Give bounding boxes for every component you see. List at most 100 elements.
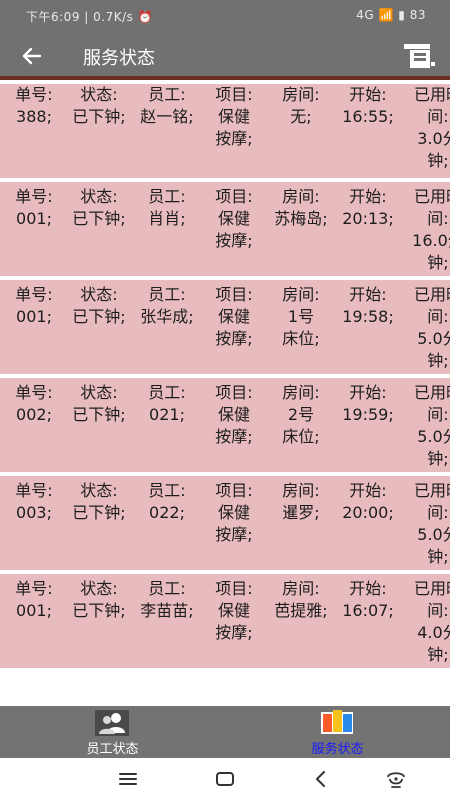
home-button[interactable] xyxy=(214,768,238,790)
used-label-line1: 已用时 xyxy=(413,187,450,206)
room-label: 房间: xyxy=(282,285,320,304)
start-label: 开始: xyxy=(349,383,387,402)
order-value: 003; xyxy=(16,503,52,522)
start-label: 开始: xyxy=(349,85,387,104)
room-label: 房间: xyxy=(282,579,320,598)
used-label-line2: 间: xyxy=(427,503,449,522)
menu-lines-icon xyxy=(119,773,137,785)
used-unit: 钟; xyxy=(427,351,449,370)
start-value: 19:59; xyxy=(342,405,394,424)
item-value-line2: 按摩; xyxy=(215,129,253,148)
menu-button[interactable] xyxy=(402,42,436,70)
item-value-line1: 保健 xyxy=(217,307,250,326)
order-label: 单号: xyxy=(15,285,53,304)
used-unit: 钟; xyxy=(427,547,449,566)
status-value: 已下钟; xyxy=(72,405,126,424)
service-record[interactable]: 单号: 001; 状态: 已下钟; 员工: 肖肖; 项目: 保健 按摩; 房间:… xyxy=(0,182,450,276)
tab-service-status-label: 服务状态 xyxy=(311,742,364,757)
tab-staff-status-label: 员工状态 xyxy=(86,742,139,757)
used-unit: 钟; xyxy=(427,151,449,170)
item-label: 项目: xyxy=(215,481,253,500)
staff-value: 肖肖; xyxy=(148,209,186,228)
order-label: 单号: xyxy=(15,187,53,206)
room-label: 房间: xyxy=(282,187,320,206)
status-bar-right: 4G 📶 ▮ 83 xyxy=(356,8,426,22)
used-label-line2: 间: xyxy=(427,405,449,424)
item-label: 项目: xyxy=(215,579,253,598)
room-value-line2: 床位; xyxy=(282,427,320,446)
recent-apps-button[interactable] xyxy=(117,768,141,790)
start-label: 开始: xyxy=(349,285,387,304)
bottom-nav: 员工状态 服务状态 xyxy=(0,706,450,758)
service-record[interactable]: 单号: 388; 状态: 已下钟; 员工: 赵一铭; 项目: 保健 按摩; 房间… xyxy=(0,84,450,178)
back-system-button[interactable] xyxy=(310,768,334,790)
used-label-line1: 已用时 xyxy=(413,579,450,598)
status-label: 状态: xyxy=(80,579,118,598)
used-value: 5.0分 xyxy=(417,329,450,348)
used-unit: 钟; xyxy=(427,449,449,468)
staff-label: 员工: xyxy=(148,85,186,104)
room-value: 无; xyxy=(290,107,312,126)
tab-service-status[interactable]: 服务状态 xyxy=(225,706,450,758)
start-value: 20:00; xyxy=(342,503,394,522)
arrow-left-icon xyxy=(22,47,42,65)
menu-icon xyxy=(404,44,435,68)
item-value-line1: 保健 xyxy=(217,209,250,228)
item-label: 项目: xyxy=(215,383,253,402)
service-record[interactable]: 单号: 001; 状态: 已下钟; 员工: 李苗苗; 项目: 保健 按摩; 房间… xyxy=(0,574,450,668)
order-label: 单号: xyxy=(15,85,53,104)
back-button[interactable] xyxy=(18,42,46,70)
used-label-line1: 已用时 xyxy=(413,481,450,500)
used-label-line2: 间: xyxy=(427,209,449,228)
used-unit: 钟; xyxy=(427,253,449,272)
home-square-icon xyxy=(216,772,234,786)
staff-label: 员工: xyxy=(148,383,186,402)
order-value: 001; xyxy=(16,307,52,326)
item-value-line2: 按摩; xyxy=(215,427,253,446)
order-value: 002; xyxy=(16,405,52,424)
item-value-line1: 保健 xyxy=(217,405,250,424)
room-value: 苏梅岛; xyxy=(274,209,328,228)
item-value-line2: 按摩; xyxy=(215,623,253,642)
service-record[interactable]: 单号: 003; 状态: 已下钟; 员工: 022; 项目: 保健 按摩; 房间… xyxy=(0,476,450,570)
status-value: 已下钟; xyxy=(72,307,126,326)
used-value: 3.0分 xyxy=(417,129,450,148)
status-bar: 下午6:09 | 0.7K/s ⏰ 4G 📶 ▮ 83 xyxy=(0,0,450,32)
item-value-line2: 按摩; xyxy=(215,329,253,348)
start-value: 19:58; xyxy=(342,307,394,326)
back-chevron-icon xyxy=(316,771,325,787)
service-list: 单号: 388; 状态: 已下钟; 员工: 赵一铭; 项目: 保健 按摩; 房间… xyxy=(0,84,450,706)
used-value: 4.0分 xyxy=(417,623,450,642)
service-record[interactable]: 单号: 002; 状态: 已下钟; 员工: 021; 项目: 保健 按摩; 房间… xyxy=(0,378,450,472)
status-label: 状态: xyxy=(80,285,118,304)
room-value-line1: 1号 xyxy=(287,307,315,326)
room-value: 暹罗; xyxy=(282,503,320,522)
assistant-button[interactable] xyxy=(384,768,408,790)
staff-label: 员工: xyxy=(148,285,186,304)
status-value: 已下钟; xyxy=(72,107,126,126)
staff-value: 李苗苗; xyxy=(140,601,194,620)
used-value: 5.0分 xyxy=(417,525,450,544)
used-label-line1: 已用时 xyxy=(413,383,450,402)
item-label: 项目: xyxy=(215,187,253,206)
staff-value: 022; xyxy=(149,503,185,522)
used-label-line2: 间: xyxy=(427,307,449,326)
status-bar-left: 下午6:09 | 0.7K/s ⏰ xyxy=(26,10,154,24)
used-label-line2: 间: xyxy=(427,107,449,126)
order-label: 单号: xyxy=(15,579,53,598)
status-label: 状态: xyxy=(80,481,118,500)
staff-value: 021; xyxy=(149,405,185,424)
item-value-line1: 保健 xyxy=(217,503,250,522)
room-label: 房间: xyxy=(282,383,320,402)
room-value-line2: 床位; xyxy=(282,329,320,348)
assistant-icon xyxy=(387,772,405,788)
status-value: 已下钟; xyxy=(72,209,126,228)
used-label-line2: 间: xyxy=(427,601,449,620)
service-record[interactable]: 单号: 001; 状态: 已下钟; 员工: 张华成; 项目: 保健 按摩; 房间… xyxy=(0,280,450,374)
tab-staff-status[interactable]: 员工状态 xyxy=(0,706,225,758)
order-value: 388; xyxy=(16,107,52,126)
staff-label: 员工: xyxy=(148,187,186,206)
used-value: 16.0分 xyxy=(412,231,450,250)
used-value: 5.0分 xyxy=(417,427,450,446)
service-icon xyxy=(321,710,353,734)
